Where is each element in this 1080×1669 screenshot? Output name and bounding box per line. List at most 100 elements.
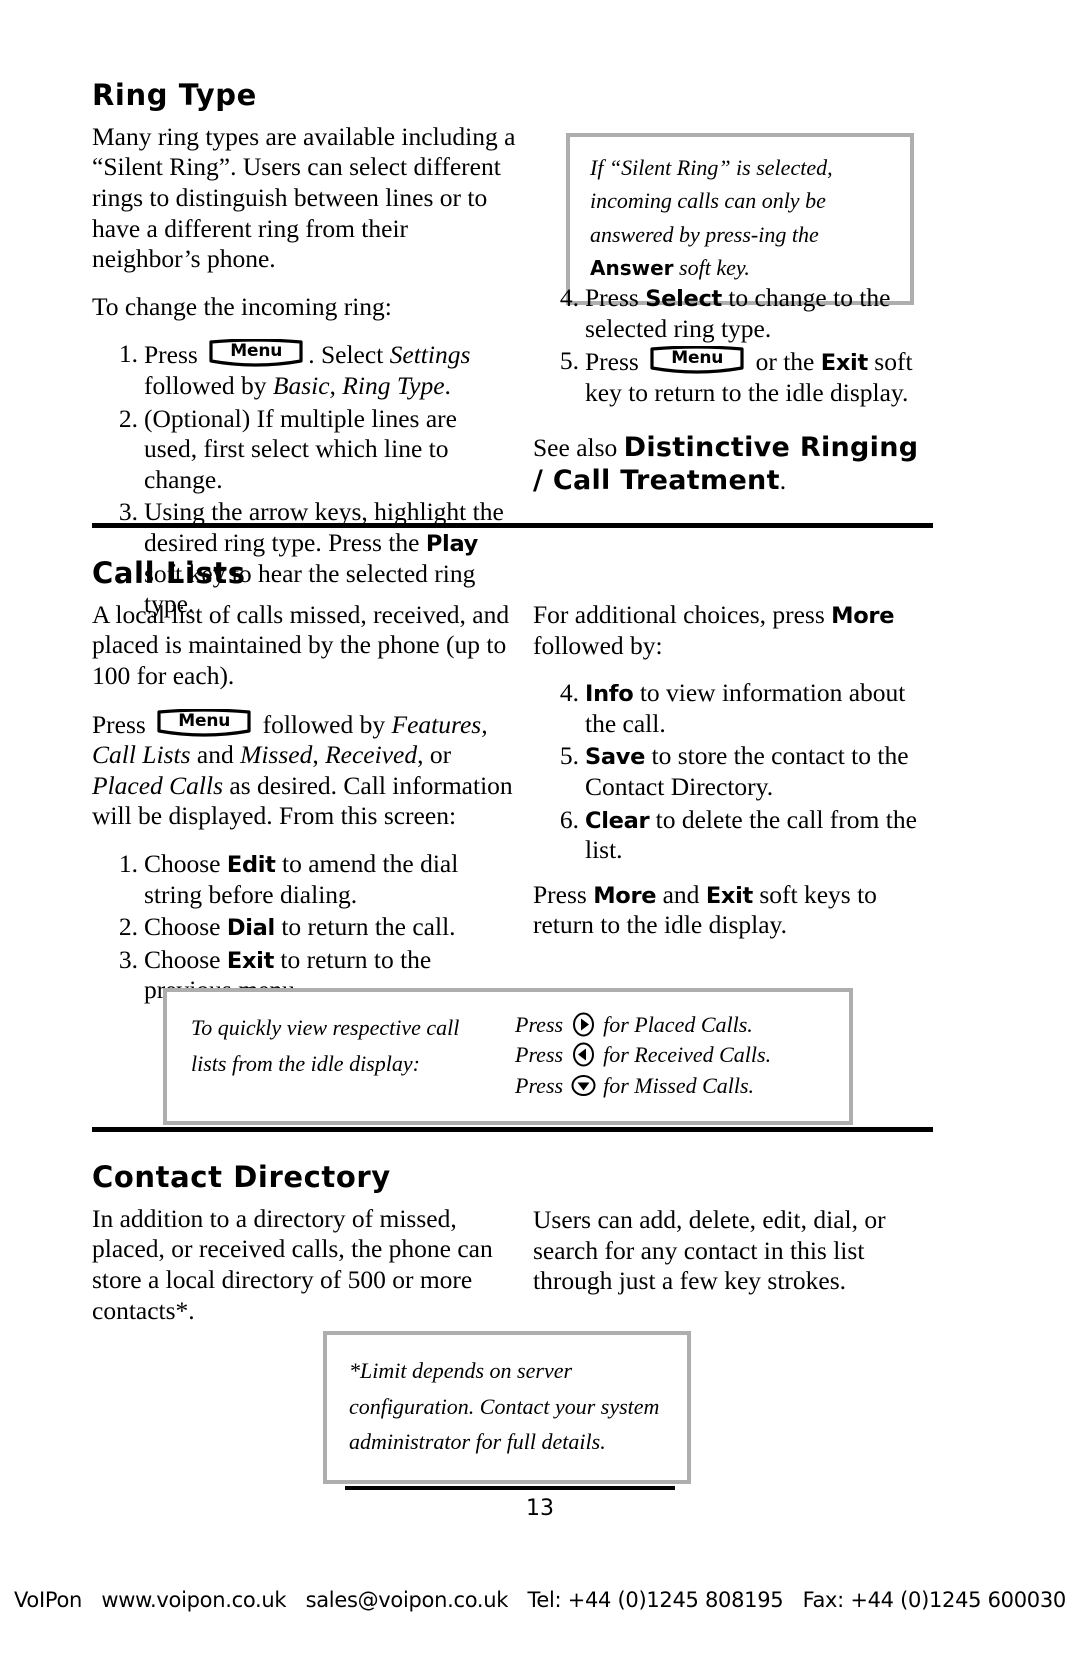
press-text-before: Press <box>92 709 153 739</box>
call-lists-intro: A local list of calls missed, received, … <box>92 599 510 691</box>
softkey-more-label[interactable]: More <box>593 883 656 909</box>
right-intro-before: For additional choices, press <box>533 600 832 629</box>
softkey-select-label[interactable]: Select <box>645 286 722 312</box>
right-intro-after: followed by: <box>533 630 663 660</box>
shortcut-row-received: Press for Received Calls. <box>515 1040 825 1070</box>
section-divider-1 <box>92 523 933 528</box>
shortcut-row-missed: Press for Missed Calls. <box>515 1071 825 1101</box>
call-lists-left-column: Call Lists A local list of calls missed,… <box>92 556 516 1020</box>
step-text-after: to view information about the call. <box>585 678 906 738</box>
menu-hardkey-icon[interactable]: Menu <box>648 346 746 376</box>
step-italic-settings: Settings <box>389 340 471 370</box>
call-lists-closing: Press More and Exit soft keys to return … <box>533 880 933 941</box>
note-silent-ring: If “Silent Ring” is selected, incoming c… <box>566 133 914 305</box>
footer: VoIPon www.voipon.co.uk sales@voipon.co.… <box>0 1588 1080 1612</box>
shortcut-before: Press <box>515 1042 569 1068</box>
step-text-after: to return the call. <box>274 912 456 942</box>
ring-type-lead: To change the incoming ring: <box>92 291 392 321</box>
menu-hardkey-label: Menu <box>178 710 231 731</box>
italic-placed-calls: Placed Calls <box>92 770 224 800</box>
list-number: 4. <box>559 678 579 708</box>
step-text-tail: . <box>444 371 451 401</box>
softkey-answer-label: Answer <box>590 256 674 281</box>
note-text-after: soft key. <box>673 255 750 281</box>
shortcut-row-placed: Press for Placed Calls. <box>515 1010 825 1040</box>
list-number: 6. <box>559 804 579 834</box>
call-lists-right-column: For additional choices, press More follo… <box>533 600 933 941</box>
menu-hardkey-label: Menu <box>230 341 283 362</box>
footer-tel: Tel: +44 (0)1245 808195 <box>527 1588 784 1612</box>
arrow-down-icon[interactable] <box>571 1073 596 1098</box>
see-also-prefix: See also <box>533 433 624 463</box>
step-text-after: . Select <box>308 340 390 370</box>
shortcut-before: Press <box>515 1072 569 1098</box>
list-item: 2. (Optional) If multiple lines are used,… <box>92 404 516 496</box>
list-number: 5. <box>559 741 579 771</box>
list-number: 4. <box>559 283 579 312</box>
call-lists-press-paragraph: Press Menu followed by Features, Call Li… <box>92 708 516 832</box>
menu-hardkey-icon[interactable]: Menu <box>207 339 305 369</box>
call-lists-steps-left: 1. Choose Edit to amend the dial string b… <box>92 849 516 1006</box>
softkey-clear-label[interactable]: Clear <box>585 808 650 834</box>
softkey-exit-label[interactable]: Exit <box>227 948 274 974</box>
list-item: 2. Choose Dial to return the call. <box>92 912 516 943</box>
softkey-save-label[interactable]: Save <box>585 744 645 770</box>
step-text: (Optional) If multiple lines are used, f… <box>144 403 457 494</box>
shortcut-after: for Missed Calls. <box>597 1072 755 1098</box>
step-text-before: Press <box>585 283 646 312</box>
footer-fax: Fax: +44 (0)1245 600030 <box>802 1588 1067 1612</box>
shortcut-after: for Placed Calls. <box>597 1012 753 1037</box>
closing-before-1: Press <box>533 879 594 909</box>
contact-directory-left-column: Contact Directory In addition to a direc… <box>92 1161 516 1326</box>
page-number-rule <box>345 1486 675 1490</box>
footer-email[interactable]: sales@voipon.co.uk <box>306 1588 509 1612</box>
ring-type-steps-right: 4. Press Select to change to the selected… <box>533 283 933 408</box>
note-limit-server-config: *Limit depends on server configuration. … <box>323 1331 691 1484</box>
note-quick-call-lists: To quickly view respective call lists fr… <box>163 988 853 1126</box>
step-text-before: Choose <box>144 944 227 974</box>
footer-website[interactable]: www.voipon.co.uk <box>101 1588 286 1612</box>
softkey-dial-label[interactable]: Dial <box>227 915 275 941</box>
italic-missed: Missed <box>240 740 313 770</box>
list-item: 5. Save to store the contact to the Conta… <box>533 741 933 802</box>
list-item: 1. Choose Edit to amend the dial string b… <box>92 849 516 910</box>
document-page: Ring Type Many ring types are available … <box>0 0 1080 1669</box>
list-number: 2. <box>118 912 138 942</box>
menu-hardkey-label: Menu <box>671 348 724 369</box>
step-text-mid: followed by <box>144 371 273 401</box>
page-title-ring-type: Ring Type <box>92 78 257 112</box>
press-text-mid-3: , or <box>417 740 452 770</box>
list-number: 3. <box>118 944 138 974</box>
see-also-suffix: . <box>779 465 787 495</box>
step-text-before: Press <box>144 340 205 370</box>
press-text-mid-1: and <box>190 740 241 770</box>
list-item: 6. Clear to delete the call from the list… <box>533 805 933 866</box>
softkey-edit-label[interactable]: Edit <box>227 852 276 878</box>
softkey-exit-label[interactable]: Exit <box>706 883 753 909</box>
step-text-before: Choose <box>144 849 227 879</box>
step-text-before: Choose <box>144 912 227 942</box>
see-also-line: See also Distinctive Ringing / Call Trea… <box>533 432 933 497</box>
ring-type-intro: Many ring types are available including … <box>92 121 516 274</box>
contact-directory-right-text: Users can add, delete, edit, dial, or se… <box>533 1205 886 1296</box>
page-title-call-lists: Call Lists <box>92 556 246 590</box>
arrow-right-icon[interactable] <box>571 1012 596 1037</box>
step-text-before: Press <box>585 347 646 377</box>
page-number: 13 <box>526 1496 554 1521</box>
ring-type-left-column: Ring Type Many ring types are available … <box>92 78 516 634</box>
list-number: 5. <box>559 346 579 376</box>
shortcut-after: for Received Calls. <box>597 1042 772 1068</box>
softkey-info-label[interactable]: Info <box>585 681 634 707</box>
list-number: 1. <box>118 849 138 879</box>
call-lists-right-intro: For additional choices, press More follo… <box>533 600 933 661</box>
contact-directory-left-text: In addition to a directory of missed, pl… <box>92 1203 493 1325</box>
menu-hardkey-icon[interactable]: Menu <box>155 708 253 739</box>
contact-directory-right-column: Users can add, delete, edit, dial, or se… <box>533 1205 933 1297</box>
closing-mid: and <box>656 879 706 909</box>
softkey-more-label[interactable]: More <box>831 603 894 629</box>
arrow-left-icon[interactable] <box>571 1042 596 1067</box>
softkey-exit-label[interactable]: Exit <box>821 350 868 376</box>
softkey-play-label[interactable]: Play <box>426 531 478 557</box>
list-number: 1. <box>118 339 138 369</box>
ring-type-right-column: 4. Press Select to change to the selected… <box>533 283 933 497</box>
